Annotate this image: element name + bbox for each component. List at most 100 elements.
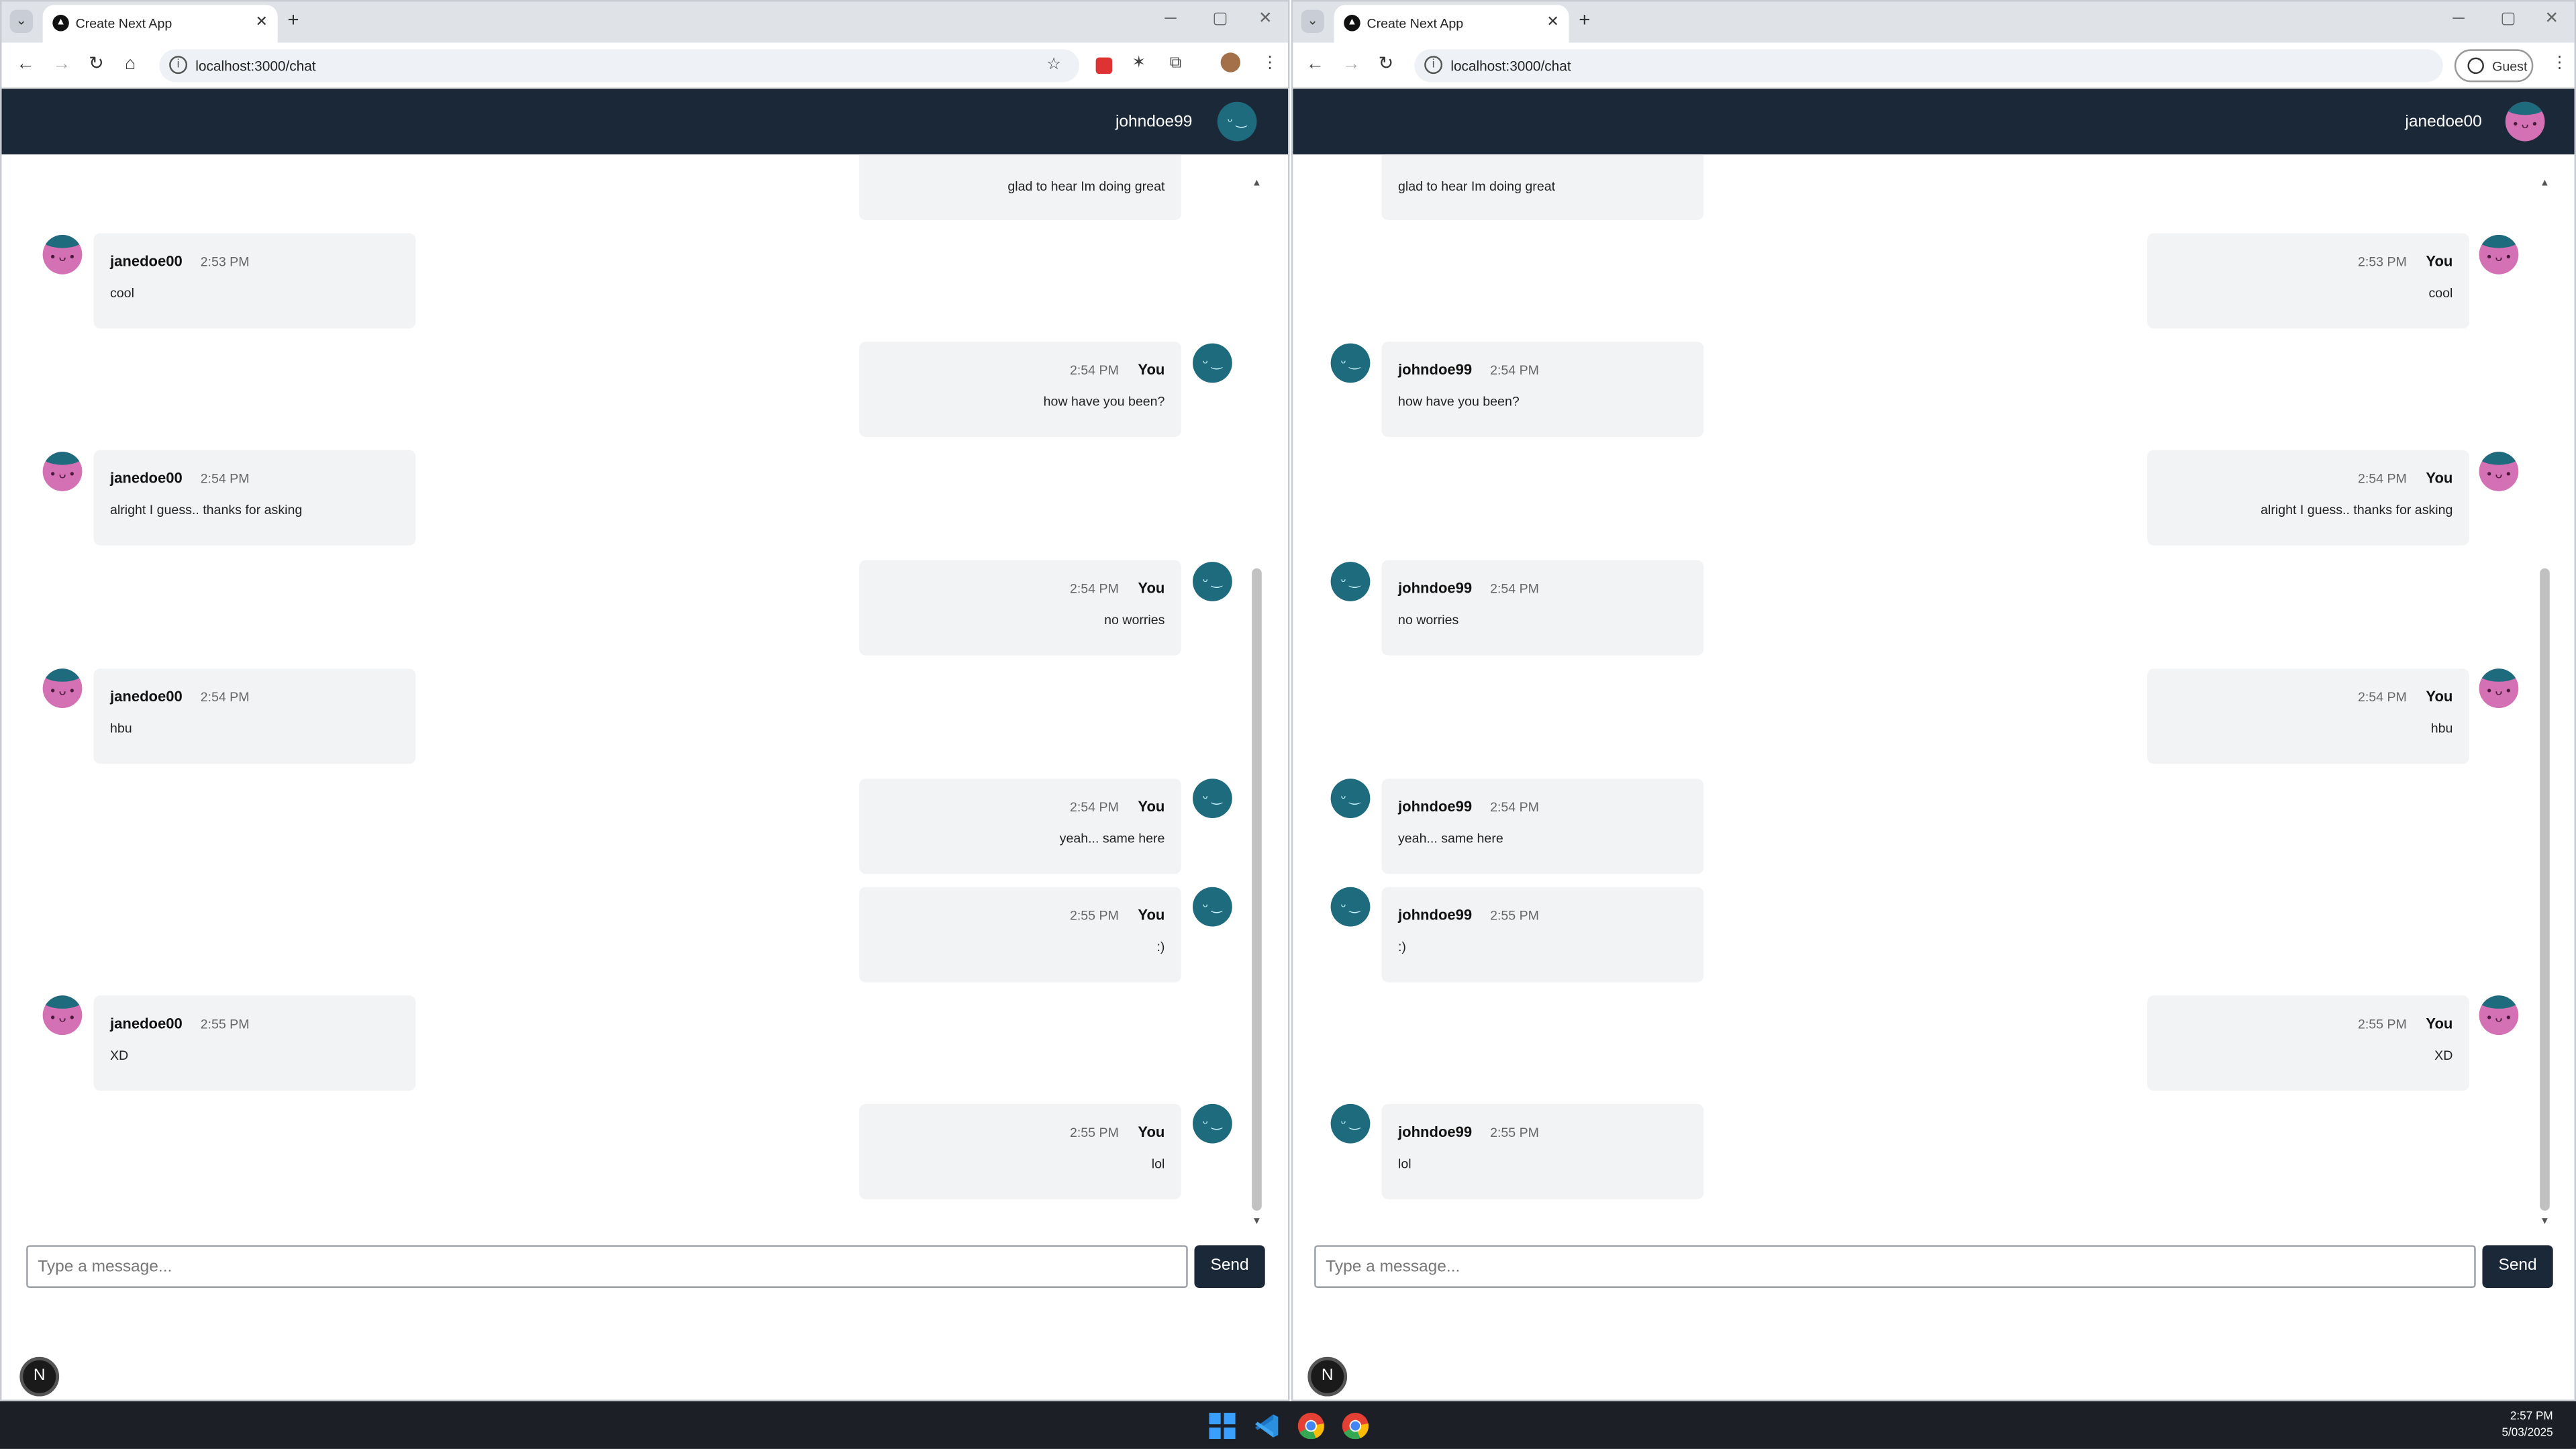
- guest-profile-button[interactable]: Guest: [2454, 49, 2534, 83]
- avatar: • ᴗ •: [2479, 668, 2519, 708]
- avatar: ᵕ ‿: [1330, 343, 1371, 383]
- reload-icon[interactable]: ↻: [1379, 54, 1394, 74]
- avatar: ᵕ ‿: [1330, 562, 1371, 601]
- address-bar[interactable]: i localhost:3000/chat ☆: [159, 49, 1080, 83]
- avatar: • ᴗ •: [42, 235, 83, 274]
- site-info-icon[interactable]: i: [169, 56, 188, 74]
- site-info-icon[interactable]: i: [1424, 56, 1443, 74]
- scroll-thumb[interactable]: [1252, 568, 1262, 1211]
- avatar: • ᴗ •: [2479, 235, 2519, 274]
- menu-icon[interactable]: ⋮: [2551, 54, 2567, 72]
- vscode-icon[interactable]: [1254, 1413, 1280, 1439]
- avatar: • ᴗ •: [42, 668, 83, 708]
- chrome-guest-icon[interactable]: [1342, 1413, 1369, 1440]
- avatar: ᵕ ‿: [1330, 779, 1371, 818]
- clock-time: 2:57 PM: [2510, 1411, 2553, 1423]
- chat-messages: glad to hear Im doing great • ᴗ • janedo…: [1, 154, 1288, 1230]
- tab-title: Create Next App: [75, 16, 172, 32]
- profile-avatar[interactable]: [1220, 52, 1241, 72]
- message-bubble: johndoe99 2:54 PM no worries: [1381, 560, 1704, 656]
- message-input[interactable]: Type a message...: [1314, 1245, 2476, 1288]
- current-username: johndoe99: [1115, 113, 1193, 132]
- app-header: johndoe99 ᵕ ‿: [1, 89, 1288, 155]
- scroll-thumb[interactable]: [2540, 568, 2550, 1211]
- browser-window-janedoe: ⌄ ▲ Create Next App ✕ + ─ ▢ ✕ ← → ↻ i lo…: [1291, 0, 2576, 1401]
- system-clock[interactable]: 2:57 PM 5/03/2025: [2501, 1409, 2553, 1442]
- nextjs-favicon-icon: ▲: [52, 15, 69, 32]
- send-button[interactable]: Send: [1194, 1245, 1265, 1288]
- reload-icon[interactable]: ↻: [89, 54, 104, 74]
- forward-icon[interactable]: →: [52, 54, 70, 74]
- app-header: janedoe00 • ᴗ •: [1293, 89, 2575, 155]
- minimize-icon[interactable]: ─: [1165, 10, 1176, 28]
- avatar: • ᴗ •: [42, 452, 83, 491]
- avatar: • ᴗ •: [2479, 452, 2519, 491]
- browser-tab[interactable]: ▲ Create Next App ✕: [42, 5, 278, 43]
- browser-toolbar: ← → ↻ ⌂ i localhost:3000/chat ☆ ✶ ⧉ ⋮: [1, 42, 1288, 89]
- close-tab-icon[interactable]: ✕: [256, 13, 268, 32]
- message-bubble: You 2:54 PM hbu: [2147, 668, 2469, 764]
- maximize-icon[interactable]: ▢: [1212, 10, 1228, 28]
- message-bubble: johndoe99 2:54 PM yeah... same here: [1381, 779, 1704, 875]
- chat-scrollbar[interactable]: ▲ ▼: [1250, 179, 1264, 1228]
- send-button[interactable]: Send: [2482, 1245, 2553, 1288]
- current-username: janedoe00: [2405, 113, 2482, 132]
- extensions-puzzle-icon[interactable]: ⧉: [1170, 54, 1181, 72]
- message-bubble: janedoe00 2:54 PM alright I guess.. than…: [93, 450, 416, 546]
- extension-2-icon[interactable]: ✶: [1132, 54, 1146, 72]
- scroll-down-icon[interactable]: ▼: [1250, 1217, 1264, 1228]
- scroll-up-icon[interactable]: ▲: [2538, 179, 2552, 189]
- close-tab-icon[interactable]: ✕: [1546, 13, 1558, 32]
- back-icon[interactable]: ←: [1306, 54, 1324, 74]
- home-icon[interactable]: ⌂: [125, 54, 136, 74]
- minimize-icon[interactable]: ─: [2453, 10, 2464, 28]
- new-tab-icon[interactable]: +: [287, 8, 299, 31]
- message-bubble: You 2:53 PM cool: [2147, 233, 2469, 329]
- extension-icon[interactable]: [1095, 57, 1113, 74]
- guest-icon: [2467, 57, 2484, 74]
- url-text: localhost:3000/chat: [1450, 57, 1571, 74]
- user-avatar: • ᴗ •: [2505, 101, 2545, 142]
- url-text: localhost:3000/chat: [195, 57, 316, 74]
- browser-window-johndoe: ⌄ ▲ Create Next App ✕ + ─ ▢ ✕ ← → ↻ ⌂ i …: [0, 0, 1290, 1401]
- message-bubble: You 2:55 PM :): [859, 887, 1181, 983]
- scroll-up-icon[interactable]: ▲: [1250, 179, 1264, 189]
- avatar: ᵕ ‿: [1193, 779, 1232, 818]
- taskbar: 2:57 PM 5/03/2025: [0, 1401, 2576, 1449]
- avatar: ᵕ ‿: [1193, 1103, 1232, 1144]
- nextjs-dev-badge[interactable]: N: [19, 1356, 60, 1397]
- avatar: ᵕ ‿: [1193, 887, 1232, 927]
- close-window-icon[interactable]: ✕: [1258, 10, 1273, 28]
- back-icon[interactable]: ←: [16, 54, 34, 74]
- new-tab-icon[interactable]: +: [1579, 8, 1590, 31]
- tab-search-icon[interactable]: ⌄: [9, 9, 33, 33]
- message-bubble: janedoe00 2:53 PM cool: [93, 233, 416, 329]
- avatar: ᵕ ‿: [1193, 562, 1232, 601]
- forward-icon[interactable]: →: [1342, 54, 1360, 74]
- menu-icon[interactable]: ⋮: [1262, 54, 1278, 72]
- scroll-down-icon[interactable]: ▼: [2538, 1217, 2552, 1228]
- browser-toolbar: ← → ↻ i localhost:3000/chat Guest ⋮: [1293, 42, 2575, 89]
- avatar: ᵕ ‿: [1330, 1103, 1371, 1144]
- tab-search-icon[interactable]: ⌄: [1301, 9, 1324, 33]
- tab-title: Create Next App: [1367, 16, 1464, 32]
- tab-strip: ⌄ ▲ Create Next App ✕ + ─ ▢ ✕: [1293, 1, 2575, 43]
- message-input[interactable]: Type a message...: [26, 1245, 1188, 1288]
- address-bar[interactable]: i localhost:3000/chat: [1414, 49, 2443, 83]
- user-avatar: ᵕ ‿: [1217, 101, 1257, 142]
- windows-start-icon[interactable]: [1209, 1413, 1236, 1440]
- avatar: • ᴗ •: [2479, 995, 2519, 1036]
- clock-date: 5/03/2025: [2501, 1428, 2553, 1440]
- bookmark-star-icon[interactable]: ☆: [1046, 56, 1061, 74]
- browser-tab[interactable]: ▲ Create Next App ✕: [1334, 5, 1569, 43]
- close-window-icon[interactable]: ✕: [2544, 10, 2559, 28]
- nextjs-dev-badge[interactable]: N: [1307, 1356, 1348, 1397]
- chat-scrollbar[interactable]: ▲ ▼: [2538, 179, 2552, 1228]
- message-bubble: You 2:55 PM lol: [859, 1103, 1181, 1199]
- chrome-icon[interactable]: [1297, 1413, 1324, 1440]
- maximize-icon[interactable]: ▢: [2500, 10, 2516, 28]
- message-bubble: johndoe99 2:55 PM lol: [1381, 1103, 1704, 1199]
- message-bubble: You 2:54 PM how have you been?: [859, 342, 1181, 438]
- message-bubble: janedoe00 2:54 PM hbu: [93, 668, 416, 764]
- avatar: • ᴗ •: [42, 995, 83, 1036]
